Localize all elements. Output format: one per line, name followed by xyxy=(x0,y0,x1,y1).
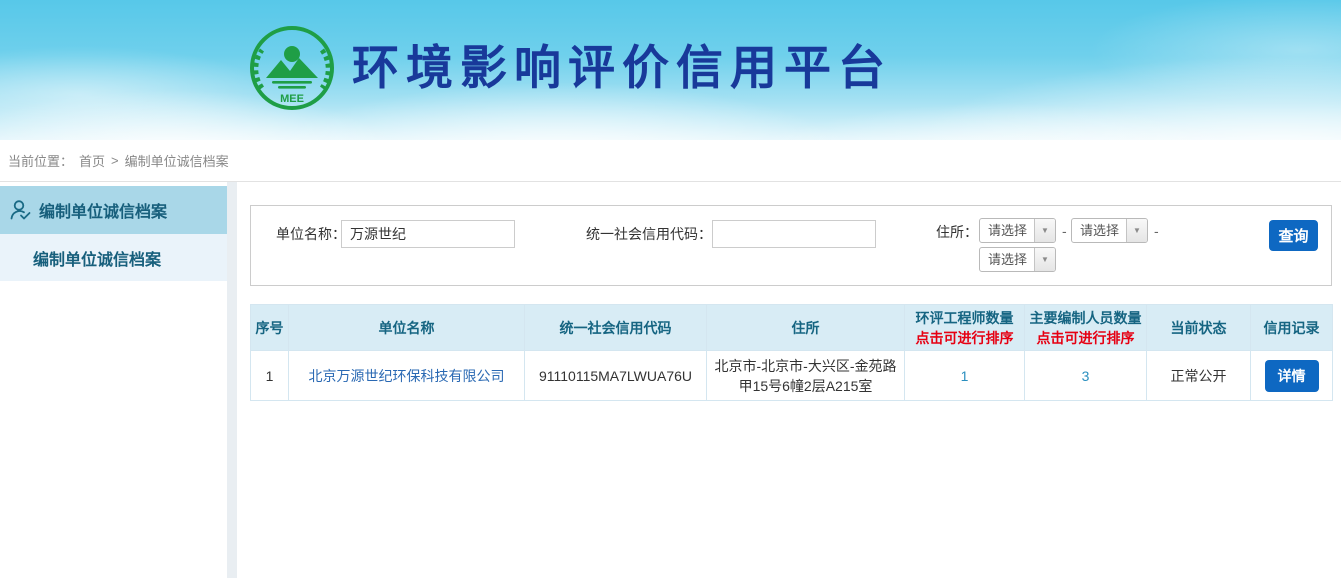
address-district-select[interactable]: 请选择 ▼ xyxy=(979,247,1056,272)
sidebar-subitem-credit-archive[interactable]: 编制单位诚信档案 xyxy=(0,234,227,281)
sort-hint[interactable]: 点击可进行排序 xyxy=(1029,328,1142,348)
query-button[interactable]: 查询 xyxy=(1269,220,1318,251)
site-title: 环境影响评价信用平台 xyxy=(352,24,892,112)
cell-index: 1 xyxy=(251,351,289,401)
table-row: 1 北京万源世纪环保科技有限公司 91110115MA7LWUA76U 北京市-… xyxy=(251,351,1333,401)
chevron-down-icon[interactable]: ▼ xyxy=(1126,219,1147,242)
cell-address: 北京市-北京市-大兴区-金苑路甲15号6幢2层A215室 xyxy=(707,351,905,401)
breadcrumb-home-link[interactable]: 首页 xyxy=(79,151,105,170)
address-dash: - xyxy=(1062,223,1067,239)
sidebar-divider xyxy=(227,182,237,578)
credit-code-label: 统一社会信用代码： xyxy=(586,220,712,248)
col-credit-code-header: 统一社会信用代码 xyxy=(525,305,707,351)
engineer-count-link[interactable]: 1 xyxy=(961,368,969,384)
staff-count-link[interactable]: 3 xyxy=(1082,368,1090,384)
breadcrumb-separator: > xyxy=(111,153,119,168)
address-city-select-value: 请选择 xyxy=(1072,219,1126,242)
address-city-select[interactable]: 请选择 ▼ xyxy=(1071,218,1148,243)
col-engineer-count-title: 环评工程师数量 xyxy=(916,310,1014,326)
content-area: 编制单位诚信档案 编制单位诚信档案 单位名称： 统一社会信用代码： 住所： 请选… xyxy=(0,182,1341,578)
cell-status: 正常公开 xyxy=(1147,351,1251,401)
table-header-row: 序号 单位名称 统一社会信用代码 住所 环评工程师数量 点击可进行排序 主要编制… xyxy=(251,305,1333,351)
sidebar: 编制单位诚信档案 编制单位诚信档案 xyxy=(0,182,227,578)
chevron-down-icon[interactable]: ▼ xyxy=(1034,248,1055,271)
results-table: 序号 单位名称 统一社会信用代码 住所 环评工程师数量 点击可进行排序 主要编制… xyxy=(250,304,1333,401)
breadcrumb-prefix: 当前位置： xyxy=(8,151,73,170)
user-check-icon xyxy=(9,199,31,221)
sidebar-subitem-label: 编制单位诚信档案 xyxy=(33,246,161,270)
main-panel: 单位名称： 统一社会信用代码： 住所： 请选择 ▼ - 请选择 ▼ - 请选择 … xyxy=(237,182,1341,578)
company-name-input[interactable] xyxy=(341,220,515,248)
mee-logo-icon: MEE xyxy=(248,24,336,112)
breadcrumb-current: 编制单位诚信档案 xyxy=(125,151,229,170)
address-dash: - xyxy=(1154,223,1159,239)
sidebar-item-label: 编制单位诚信档案 xyxy=(39,198,167,222)
col-status-header: 当前状态 xyxy=(1147,305,1251,351)
sidebar-item-credit-archive[interactable]: 编制单位诚信档案 xyxy=(0,186,227,234)
address-province-select[interactable]: 请选择 ▼ xyxy=(979,218,1056,243)
address-label: 住所： xyxy=(936,218,978,246)
col-index-header: 序号 xyxy=(251,305,289,351)
company-name-link[interactable]: 北京万源世纪环保科技有限公司 xyxy=(309,368,505,384)
col-staff-count-title: 主要编制人员数量 xyxy=(1030,310,1142,326)
chevron-down-icon[interactable]: ▼ xyxy=(1034,219,1055,242)
credit-code-input[interactable] xyxy=(712,220,876,248)
address-province-select-value: 请选择 xyxy=(980,219,1034,242)
col-engineer-count-header[interactable]: 环评工程师数量 点击可进行排序 xyxy=(905,305,1025,351)
col-company-header: 单位名称 xyxy=(289,305,525,351)
sort-hint[interactable]: 点击可进行排序 xyxy=(909,328,1020,348)
search-form: 单位名称： 统一社会信用代码： 住所： 请选择 ▼ - 请选择 ▼ - 请选择 … xyxy=(250,205,1332,286)
detail-button[interactable]: 详情 xyxy=(1265,360,1319,392)
cell-credit-code: 91110115MA7LWUA76U xyxy=(525,351,707,401)
site-banner: MEE 环境影响评价信用平台 xyxy=(0,0,1341,140)
col-credit-record-header: 信用记录 xyxy=(1251,305,1333,351)
breadcrumb: 当前位置： 首页 > 编制单位诚信档案 xyxy=(0,140,1341,182)
col-staff-count-header[interactable]: 主要编制人员数量 点击可进行排序 xyxy=(1025,305,1147,351)
col-address-header: 住所 xyxy=(707,305,905,351)
address-district-select-value: 请选择 xyxy=(980,248,1034,271)
company-name-label: 单位名称： xyxy=(276,220,346,248)
svg-text:MEE: MEE xyxy=(280,93,304,105)
